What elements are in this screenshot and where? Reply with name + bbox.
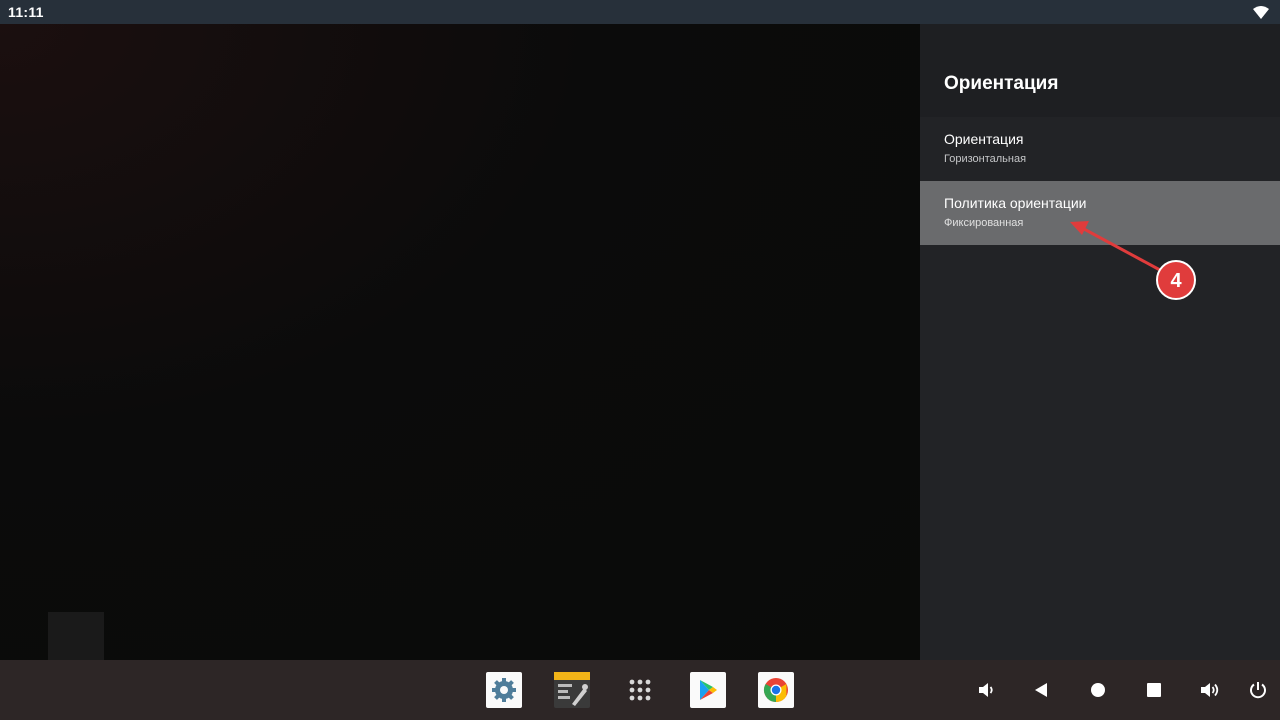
play-store-icon[interactable] [690, 672, 726, 708]
settings-panel: Ориентация Ориентация Горизонтальная Пол… [920, 24, 1280, 660]
status-bar: 11:11 [0, 0, 1280, 24]
panel-title: Ориентация [920, 24, 1280, 117]
back-icon[interactable] [1029, 678, 1053, 702]
desktop-tile [48, 612, 104, 660]
status-time: 11:11 [8, 4, 44, 20]
pref-orientation[interactable]: Ориентация Горизонтальная [920, 117, 1280, 181]
desktop-wallpaper [0, 24, 920, 660]
volume-up-icon[interactable] [1198, 678, 1222, 702]
volume-down-icon[interactable] [974, 678, 998, 702]
pref-title: Ориентация [944, 131, 1024, 147]
wifi-icon [1252, 5, 1270, 19]
app-drawer-icon[interactable] [622, 672, 658, 708]
recents-icon[interactable] [1142, 678, 1166, 702]
chrome-icon[interactable] [758, 672, 794, 708]
pref-orientation-policy[interactable]: Политика ориентации Фиксированная [920, 181, 1280, 245]
taskbar [0, 660, 1280, 720]
home-icon[interactable] [1086, 678, 1110, 702]
pref-summary: Горизонтальная [944, 153, 1027, 165]
pref-summary: Фиксированная [944, 217, 1024, 229]
file-manager-icon[interactable] [554, 672, 590, 708]
power-icon[interactable] [1246, 678, 1270, 702]
settings-icon[interactable] [486, 672, 522, 708]
pref-title: Политика ориентации [944, 195, 1087, 211]
